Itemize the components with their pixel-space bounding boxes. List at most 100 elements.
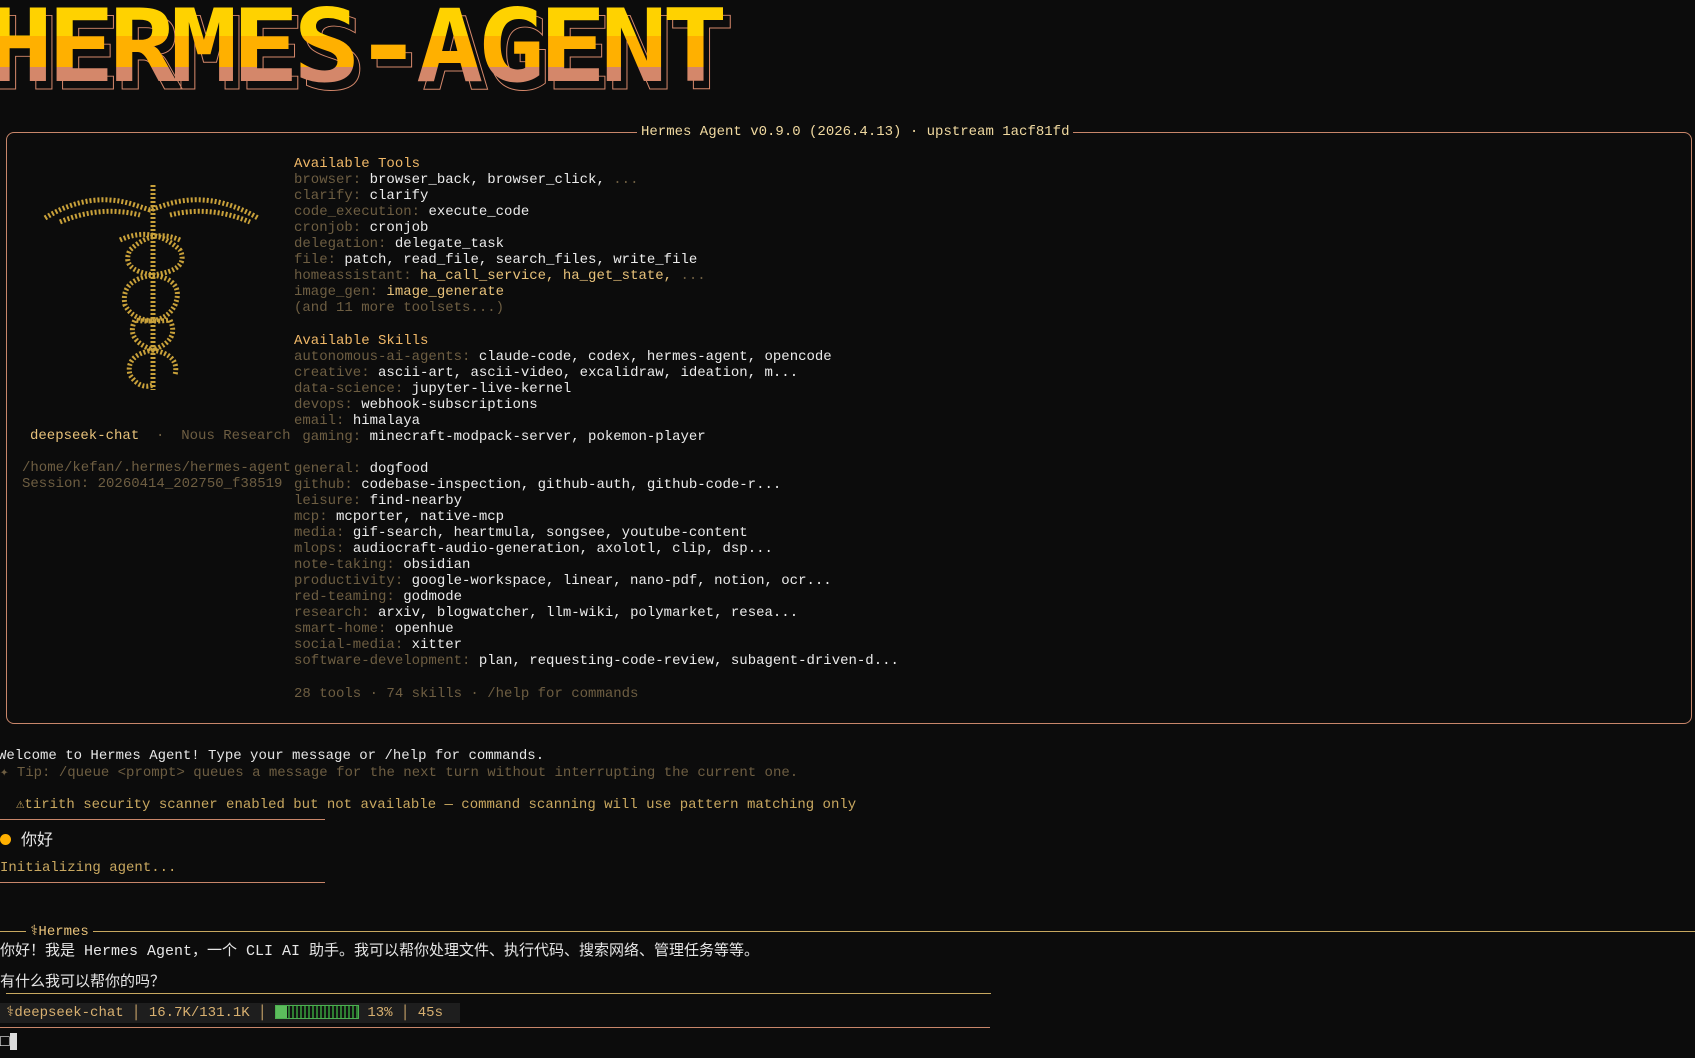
category-label: creative: [294, 364, 370, 381]
category-label: browser: [294, 172, 362, 189]
skills-row: github: codebase-inspection, github-auth… [294, 477, 899, 493]
skills-row: smart-home: openhue [294, 621, 899, 637]
category-values: google-workspace, linear, nano-pdf, noti… [411, 573, 832, 590]
category-label: devops: [294, 396, 353, 413]
status-model: ⚕deepseek-chat [6, 1005, 124, 1021]
category-label: autonomous-ai-agents: [294, 348, 471, 365]
banner-logo: HERMES-AGENT [0, 0, 729, 97]
category-label: general: [294, 460, 362, 477]
working-dir: /home/kefan/.hermes/hermes-agent [22, 460, 291, 476]
category-label: research: [294, 605, 370, 622]
cursor [9, 1033, 17, 1051]
category-label: delegation: [294, 236, 387, 253]
category-label: email: [294, 412, 345, 429]
category-values: find-nearby [369, 492, 463, 509]
skills-row: leisure: find-nearby [294, 493, 899, 509]
tools-heading: Available Tools [294, 156, 421, 172]
tools-more: (and 11 more toolsets...) [294, 300, 505, 317]
category-label: gaming: [294, 428, 362, 445]
warning-text: ⚠tirith security scanner enabled but not… [16, 797, 857, 813]
category-values: mcporter, native-mcp [336, 509, 505, 526]
divider [0, 882, 325, 883]
category-values: ascii-art, ascii-video, excalidraw, idea… [378, 364, 799, 381]
category-label: note-taking: [294, 557, 395, 574]
caduceus-icon [43, 185, 260, 390]
skills-row: note-taking: obsidian [294, 557, 899, 573]
skills-row: gaming: minecraft-modpack-server, pokemo… [294, 429, 899, 445]
tools-row: browser: browser_back, browser_click, ..… [294, 172, 899, 188]
context-percent: 13% [367, 1005, 393, 1021]
category-label: mlops: [294, 541, 345, 558]
skills-row [294, 445, 899, 461]
summary: 28 tools · 74 skills · /help for command… [294, 685, 639, 702]
version-title: Hermes Agent v0.9.0 (2026.4.13) · upstre… [637, 124, 1074, 140]
tools-skills-list: Available Tools browser: browser_back, b… [294, 156, 899, 702]
skills-row: red-teaming: godmode [294, 589, 899, 605]
tools-row: homeassistant: ha_call_service, ha_get_s… [294, 268, 899, 284]
skills-row: media: gif-search, heartmula, songsee, y… [294, 525, 899, 541]
skills-heading: Available Skills [294, 332, 429, 349]
category-label: software-development: [294, 653, 471, 670]
category-label: clarify: [294, 188, 362, 205]
response-label: ⚕Hermes [26, 923, 93, 940]
category-values: dogfood [369, 460, 429, 477]
user-message-text: 你好 [21, 832, 54, 850]
category-label: red-teaming: [294, 589, 395, 606]
tools-row: clarify: clarify [294, 188, 899, 204]
skills-row: devops: webhook-subscriptions [294, 397, 899, 413]
category-values: openhue [394, 621, 454, 638]
divider [0, 1027, 990, 1028]
category-label: smart-home: [294, 621, 387, 638]
skills-row: general: dogfood [294, 461, 899, 477]
elapsed-time: 45s [417, 1005, 443, 1021]
skills-row: creative: ascii-art, ascii-video, excali… [294, 365, 899, 381]
tools-row: delegation: delegate_task [294, 236, 899, 252]
org-name: Nous Research [181, 428, 291, 444]
response-line: 你好！我是 Hermes Agent，一个 CLI AI 助手。我可以帮你处理文… [0, 943, 760, 960]
more-ellipsis: ... [672, 268, 706, 285]
category-values: codebase-inspection, github-auth, github… [361, 476, 782, 493]
skills-row: autonomous-ai-agents: claude-code, codex… [294, 349, 899, 365]
more-ellipsis: ... [604, 172, 639, 189]
category-label: leisure: [294, 492, 362, 509]
welcome-text: Welcome to Hermes Agent! Type your messa… [0, 748, 545, 764]
skills-row: software-development: plan, requesting-c… [294, 653, 899, 669]
category-values: audiocraft-audio-generation, axolotl, cl… [352, 541, 773, 558]
category-values: browser_back, browser_click, [369, 172, 605, 189]
user-message: 你好 [0, 826, 53, 850]
category-values: execute_code [428, 204, 530, 221]
category-label: productivity: [294, 573, 404, 590]
tools-row: code_execution: execute_code [294, 204, 899, 220]
skills-row: mcp: mcporter, native-mcp [294, 509, 899, 525]
category-label: social-media: [294, 637, 404, 654]
model-info: deepseek-chat · Nous Research [30, 428, 290, 444]
category-label: code_execution: [294, 204, 421, 221]
category-label: github: [294, 476, 353, 493]
separator: · [156, 428, 165, 444]
category-values: xitter [411, 637, 463, 654]
category-values: image_generate [386, 284, 505, 301]
user-dot-icon [0, 834, 11, 845]
category-values: plan, requesting-code-review, subagent-d… [478, 653, 899, 670]
category-values: cronjob [369, 220, 429, 237]
input-prompt[interactable]: □ [0, 1033, 17, 1051]
category-label: mcp: [294, 509, 328, 526]
divider [0, 819, 325, 820]
category-values: obsidian [403, 557, 471, 574]
context-progress-bar [274, 1005, 359, 1020]
category-values: gif-search, heartmula, songsee, youtube-… [352, 525, 748, 542]
skills-row: research: arxiv, blogwatcher, llm-wiki, … [294, 605, 899, 621]
category-values: jupyter-live-kernel [411, 380, 572, 397]
response-end-rule [6, 993, 991, 994]
skills-row: email: himalaya [294, 413, 899, 429]
initializing-text: Initializing agent... [0, 860, 177, 876]
category-values: minecraft-modpack-server, pokemon-player [369, 428, 706, 445]
model-name: deepseek-chat [30, 428, 140, 444]
category-values: arxiv, blogwatcher, llm-wiki, polymarket… [378, 605, 799, 622]
category-label: file: [294, 252, 337, 269]
session-id: Session: 20260414_202750_f38519 [22, 476, 283, 492]
tools-row: image_gen: image_generate [294, 284, 899, 300]
category-values: patch, read_file, search_files, write_fi… [344, 252, 698, 269]
status-bar: ⚕deepseek-chat │ 16.7K/131.1K │ 13% │ 45… [0, 1003, 460, 1023]
tools-row: file: patch, read_file, search_files, wr… [294, 252, 899, 268]
